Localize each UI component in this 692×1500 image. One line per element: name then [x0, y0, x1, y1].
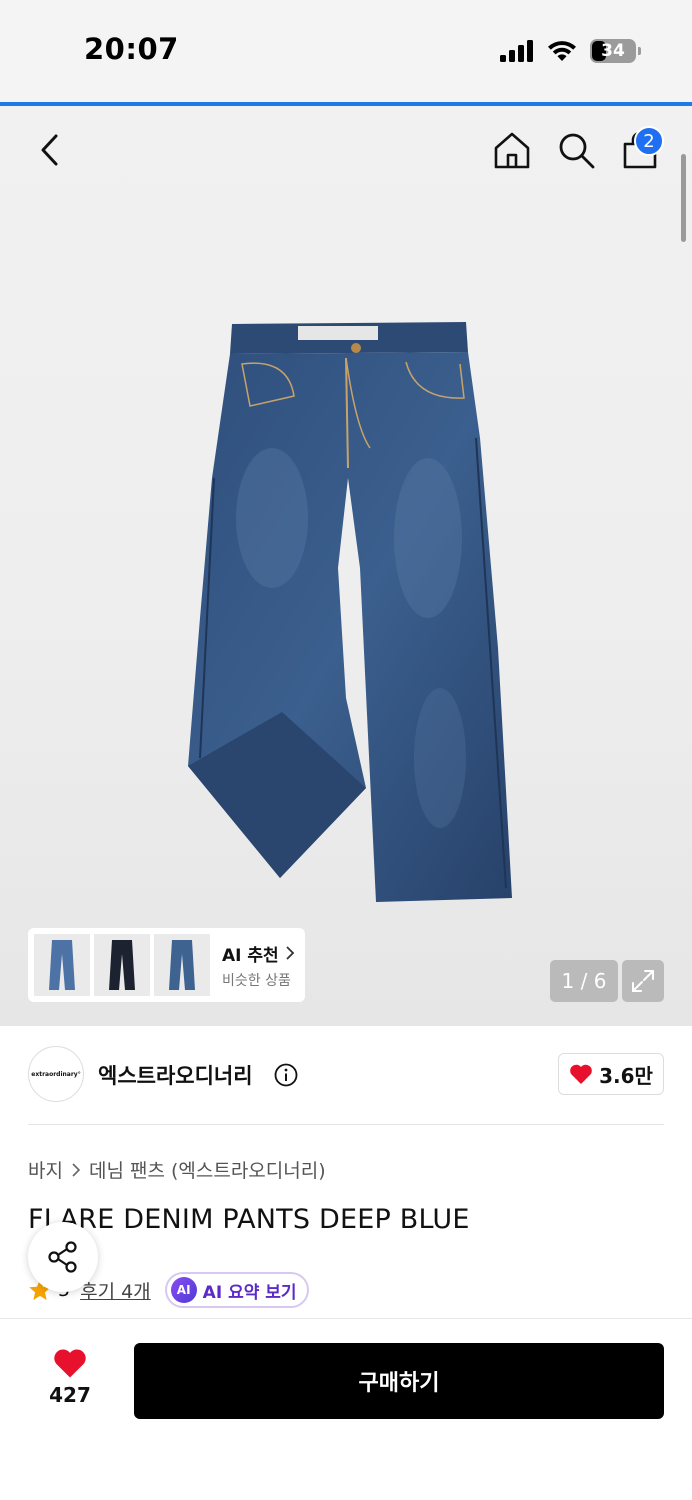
similar-item-thumbnail[interactable]	[94, 934, 150, 996]
image-page-indicator: 1 / 6	[550, 960, 618, 1002]
product-image[interactable]	[170, 318, 530, 918]
battery-icon: 34	[590, 39, 641, 63]
share-button[interactable]	[28, 1222, 98, 1292]
ai-recommend-title-text: AI 추천	[222, 945, 279, 966]
ai-summary-button[interactable]: AI AI 요약 보기	[164, 1272, 309, 1308]
bottom-action-bar: 427 구매하기	[0, 1318, 692, 1500]
heart-icon	[54, 1349, 86, 1378]
wifi-icon	[548, 41, 576, 61]
home-button[interactable]	[490, 128, 534, 172]
search-icon	[559, 133, 595, 169]
back-button[interactable]	[28, 128, 72, 172]
cart-count-badge: 2	[634, 126, 664, 156]
brand-logo-text: extraordinary°	[31, 1070, 81, 1078]
breadcrumb-category[interactable]: 바지	[28, 1156, 63, 1183]
ai-summary-label: AI 요약 보기	[202, 1282, 297, 1303]
similar-item-thumbnail[interactable]	[154, 934, 210, 996]
breadcrumb[interactable]: 바지 데님 팬츠 (엑스트라오디너리)	[28, 1156, 326, 1183]
status-time: 20:07	[84, 32, 179, 66]
breadcrumb-subcategory[interactable]: 데님 팬츠 (엑스트라오디너리)	[89, 1156, 326, 1183]
cellular-signal-icon	[500, 40, 533, 62]
chevron-right-icon	[286, 946, 294, 960]
ai-recommend-link[interactable]: AI 추천 비슷한 상품	[222, 941, 295, 990]
status-icons: 34	[500, 36, 641, 66]
battery-percent: 34	[601, 41, 625, 61]
jeans-thumbnail-icon	[49, 940, 75, 990]
reviews-link[interactable]: 후기 4개	[80, 1277, 151, 1304]
heart-icon	[570, 1064, 592, 1084]
share-icon	[48, 1241, 77, 1273]
buy-button[interactable]: 구매하기	[134, 1343, 664, 1419]
divider	[28, 1124, 664, 1125]
jeans-thumbnail-icon	[109, 940, 135, 990]
ai-badge-icon: AI	[170, 1277, 197, 1303]
jeans-thumbnail-icon	[169, 940, 195, 990]
like-count: 427	[49, 1383, 91, 1407]
battery-nub	[638, 47, 641, 55]
status-bar: 20:07 34	[0, 0, 692, 102]
product-gallery[interactable]: 2 AI 추천 비슷한 상품 1 / 6	[0, 106, 692, 1026]
scrollbar[interactable]	[681, 154, 686, 242]
chevron-right-icon	[72, 1162, 81, 1177]
brand-like-count: 3.6만	[599, 1063, 653, 1088]
expand-image-button[interactable]	[622, 960, 664, 1002]
brand-like-button[interactable]: 3.6만	[558, 1053, 664, 1095]
product-title: FLARE DENIM PANTS DEEP BLUE	[28, 1204, 470, 1235]
info-icon[interactable]	[274, 1063, 298, 1087]
ai-recommend-subtitle: 비슷한 상품	[222, 972, 291, 989]
like-button[interactable]: 427	[34, 1347, 106, 1407]
ai-recommend-title: AI 추천	[222, 941, 295, 966]
brand-logo[interactable]: extraordinary°	[28, 1046, 84, 1102]
brand-name[interactable]: 엑스트라오디너리	[98, 1060, 253, 1090]
similar-item-thumbnail[interactable]	[34, 934, 90, 996]
expand-icon	[632, 970, 654, 992]
search-button[interactable]	[554, 128, 598, 172]
brand-row[interactable]: extraordinary° 엑스트라오디너리 3.6만	[28, 1046, 664, 1104]
chevron-left-icon	[41, 134, 58, 166]
home-icon	[494, 132, 530, 169]
similar-items-card[interactable]: AI 추천 비슷한 상품	[28, 928, 305, 1002]
